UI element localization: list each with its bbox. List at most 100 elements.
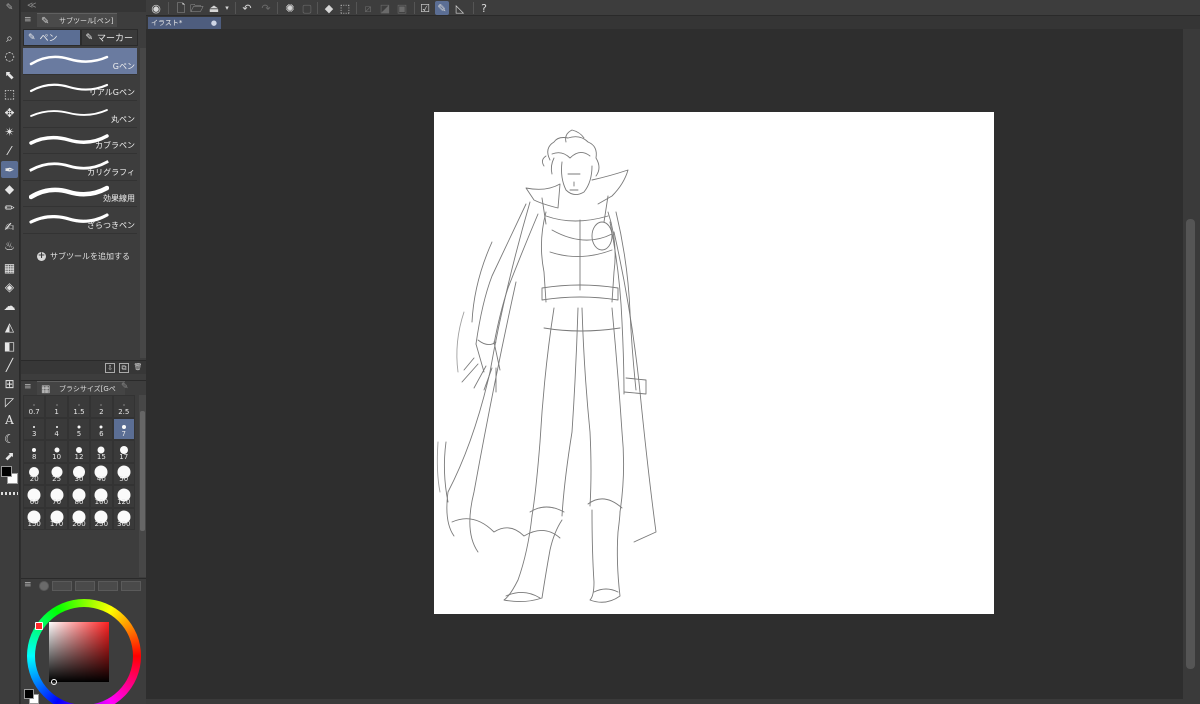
brush-size-item[interactable]: 300 — [112, 507, 135, 530]
balloon-tool-icon[interactable]: ☾ — [1, 430, 18, 447]
decoration-tool-icon[interactable]: ▦ — [1, 259, 18, 276]
stabilizer-icon[interactable]: ☑ — [418, 1, 432, 15]
brush-size-item[interactable]: 100 — [90, 485, 113, 508]
tab-intermediate-color[interactable] — [98, 581, 118, 591]
brush-item-rough-pen[interactable]: ざらつきペン — [23, 207, 137, 234]
scrollbar-thumb[interactable] — [140, 411, 145, 531]
brush-size-item[interactable]: 2 — [90, 395, 113, 418]
tab-approximate-color[interactable] — [121, 581, 141, 591]
zoom-tool-icon[interactable]: ⌕ — [1, 29, 18, 46]
brush-item-kabura-pen[interactable]: カブラペン — [23, 127, 137, 154]
close-dot-icon[interactable]: ● — [211, 17, 217, 29]
add-subtool-button[interactable]: + サブツールを追加する — [37, 251, 130, 262]
open-folder-icon[interactable]: 🗁 — [190, 1, 204, 15]
fill-icon[interactable]: ◆ — [322, 1, 336, 15]
brush-size-item[interactable]: 3 — [23, 417, 46, 440]
figure-tool-icon[interactable]: ╱ — [1, 356, 18, 373]
brush-size-item[interactable]: 70 — [45, 485, 68, 508]
undo-icon[interactable]: ↶ — [240, 1, 254, 15]
brush-size-item[interactable]: 150 — [23, 507, 46, 530]
ruler-tool-icon[interactable]: ◸ — [1, 393, 18, 410]
panel-collapse-button[interactable]: ≪ — [21, 0, 146, 12]
trash-icon[interactable]: 🗑 — [133, 363, 143, 373]
brush-item-g-pen[interactable]: Gペン — [23, 48, 137, 75]
redo-icon[interactable]: ↷ — [259, 1, 273, 15]
brush-size-item[interactable]: 60 — [23, 485, 46, 508]
wand-tool-icon[interactable]: ✴ — [1, 123, 18, 140]
brush-item-calligraphy[interactable]: カリグラフィ — [23, 154, 137, 181]
brush-size-item[interactable]: 50 — [112, 462, 135, 485]
canvas-area[interactable] — [146, 29, 1183, 699]
brush-size-item[interactable]: 12 — [67, 440, 91, 463]
brush-size-item[interactable]: 25 — [45, 462, 68, 485]
brush-tool-icon[interactable]: ✍ — [1, 218, 18, 235]
selection-tool-icon[interactable]: ⬚ — [1, 85, 18, 102]
move-tool-icon[interactable]: ✥ — [1, 104, 18, 121]
brush-size-item[interactable]: 4 — [45, 417, 68, 440]
chevron-down-icon[interactable]: ▾ — [220, 1, 234, 15]
brush-size-item[interactable]: 17 — [112, 440, 135, 463]
brush-size-item[interactable]: 40 — [90, 462, 113, 485]
tab-color-set[interactable] — [75, 581, 95, 591]
tab-color-slider[interactable] — [52, 581, 72, 591]
brush-size-item[interactable]: 6 — [90, 417, 113, 440]
snap-icon[interactable]: ◪ — [378, 1, 392, 15]
text-tool-icon[interactable]: A — [1, 411, 18, 428]
main-color-swatch[interactable] — [1, 466, 12, 477]
airbrush-tool-icon[interactable]: ♨ — [1, 237, 18, 254]
help-icon[interactable]: ? — [477, 1, 491, 15]
brush-size-item[interactable]: 250 — [90, 507, 113, 530]
brush-size-item[interactable]: 5 — [67, 417, 91, 440]
blend-tool-icon[interactable]: ☁ — [1, 297, 18, 314]
fill-tool-icon[interactable]: ◭ — [1, 318, 18, 335]
correct-line-tool-icon[interactable]: ⬈ — [1, 447, 18, 464]
canvas-vertical-scrollbar[interactable] — [1183, 29, 1200, 699]
brush-size-item[interactable]: 10 — [45, 440, 68, 463]
tab-marker[interactable]: ✎ マーカー — [80, 29, 138, 46]
brush-size-item[interactable]: 15 — [90, 440, 113, 463]
pen-tool-icon[interactable]: ✒ — [1, 161, 18, 178]
brush-size-item[interactable]: 20 — [23, 462, 46, 485]
brush-item-round-pen[interactable]: 丸ペン — [23, 101, 137, 128]
brush-size-item[interactable]: 200 — [67, 507, 91, 530]
new-file-icon[interactable]: 🗋 — [174, 1, 188, 15]
scrollbar-thumb[interactable] — [1186, 219, 1195, 669]
brush-size-item[interactable]: 120 — [112, 485, 135, 508]
brush-size-item[interactable]: 30 — [67, 462, 91, 485]
brush-size-item[interactable]: 80 — [67, 485, 91, 508]
clear-icon[interactable]: ▢ — [300, 1, 314, 15]
app-logo-icon[interactable]: ◉ — [149, 1, 163, 15]
brush-size-item[interactable]: 170 — [45, 507, 68, 530]
save-icon[interactable]: ⏏ — [207, 1, 221, 15]
brush-size-item[interactable]: 0.7 — [23, 395, 46, 418]
brush-size-item[interactable]: 1 — [45, 395, 68, 418]
menu-icon[interactable]: ≡ — [24, 580, 32, 590]
frame-tool-icon[interactable]: ⊞ — [1, 375, 18, 392]
sv-marker[interactable] — [51, 679, 57, 685]
subtool-panel-tab[interactable]: ✎ サブツール[ペン] — [37, 13, 117, 27]
menu-icon[interactable]: ≡ — [24, 15, 32, 25]
transparent-color-icon[interactable] — [1, 492, 18, 495]
eraser-2-tool-icon[interactable]: ◈ — [1, 278, 18, 295]
snap-grid-icon[interactable]: ▣ — [395, 1, 409, 15]
main-color-swatch[interactable] — [24, 689, 34, 699]
pencil-tool-icon[interactable]: ✏ — [1, 199, 18, 216]
transform-icon[interactable]: ⬚ — [338, 1, 352, 15]
brush-item-effect-line[interactable]: 効果線用 — [23, 180, 137, 207]
gradient-tool-icon[interactable]: ◧ — [1, 337, 18, 354]
loading-icon[interactable]: ✺ — [283, 1, 297, 15]
brush-size-item[interactable]: 2.5 — [112, 395, 135, 418]
tab-illustration[interactable]: イラスト* ● — [148, 17, 221, 29]
duplicate-subtool-icon[interactable]: ⧉ — [119, 363, 129, 373]
brush-size-item[interactable]: 1.5 — [67, 395, 91, 418]
eyedropper-tool-icon[interactable]: ⁄ — [1, 142, 18, 159]
tab-color-wheel[interactable] — [39, 581, 49, 591]
hue-marker[interactable] — [35, 622, 43, 630]
object-tool-icon[interactable]: ⬉ — [1, 66, 18, 83]
brush-size-panel-tab[interactable]: ▦ ブラシサイズ[Gペン] — [37, 381, 125, 407]
pen-stroke-icon[interactable]: ✎ — [435, 1, 449, 15]
menu-icon[interactable]: ≡ — [24, 382, 32, 392]
brush-item-real-g-pen[interactable]: リアルGペン — [23, 74, 137, 101]
save-subtool-icon[interactable]: ⇩ — [105, 363, 115, 373]
brush-size-scrollbar[interactable] — [139, 395, 146, 577]
